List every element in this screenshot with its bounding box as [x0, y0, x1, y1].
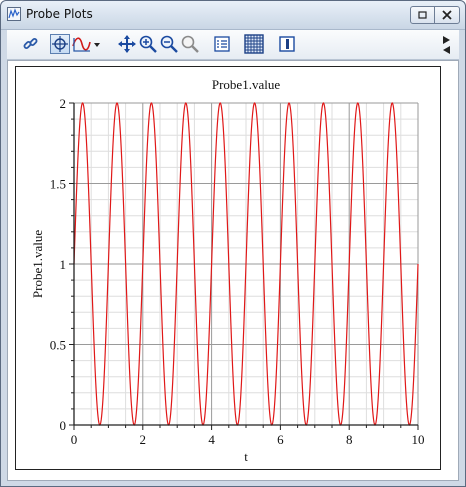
plot-area-container: 0 2 4 6 8 10 0 0.5 1 1.5 2 Probe1.value t Probe1.valu… — [7, 60, 459, 481]
x-tick-label: 0 — [71, 432, 78, 447]
y-tick-label: 1.5 — [50, 177, 66, 192]
plot-frame: 0 2 4 6 8 10 0 0.5 1 1.5 2 Probe1.value t Probe1.valu… — [15, 66, 441, 470]
probe-plot-chart[interactable]: 0 2 4 6 8 10 0 0.5 1 1.5 2 Probe1.value t Probe1.valu… — [16, 67, 440, 469]
close-button[interactable] — [434, 6, 460, 24]
grid-toggle-icon[interactable] — [243, 34, 265, 54]
legend-list-icon[interactable] — [212, 34, 232, 54]
toolbar-overflow-icon[interactable] — [441, 34, 453, 56]
link-icon[interactable] — [21, 34, 41, 54]
y-tick-label: 2 — [60, 96, 67, 111]
y-axis-label: Probe1.value — [30, 230, 45, 298]
y-tick-label: 0 — [60, 418, 67, 433]
x-tick-label: 4 — [208, 432, 215, 447]
zoom-out-icon[interactable] — [159, 34, 179, 54]
probe-plots-window: Probe Plots 0 2 4 6 8 10 0 0.5 1 1.5 2 P… — [0, 0, 466, 487]
x-tick-label: 10 — [412, 432, 425, 447]
x-tick-label: 8 — [346, 432, 353, 447]
y-tick-label: 0.5 — [50, 338, 66, 353]
curve-style-dropdown-icon[interactable] — [71, 34, 101, 54]
split-view-icon[interactable] — [277, 34, 297, 54]
app-icon — [7, 7, 21, 21]
title-bar[interactable]: Probe Plots — [1, 1, 465, 30]
crosshair-probe-icon[interactable] — [50, 34, 70, 54]
zoom-in-icon[interactable] — [138, 34, 158, 54]
chart-title: Probe1.value — [212, 77, 280, 92]
zoom-extents-icon[interactable] — [180, 34, 200, 54]
x-tick-label: 2 — [140, 432, 147, 447]
pan-icon[interactable] — [117, 34, 137, 54]
x-axis-label: t — [244, 449, 248, 464]
plot-toolbar — [7, 30, 459, 60]
x-tick-label: 6 — [277, 432, 284, 447]
minimize-button[interactable] — [410, 6, 435, 24]
y-tick-label: 1 — [60, 257, 67, 272]
window-title: Probe Plots — [26, 7, 93, 21]
